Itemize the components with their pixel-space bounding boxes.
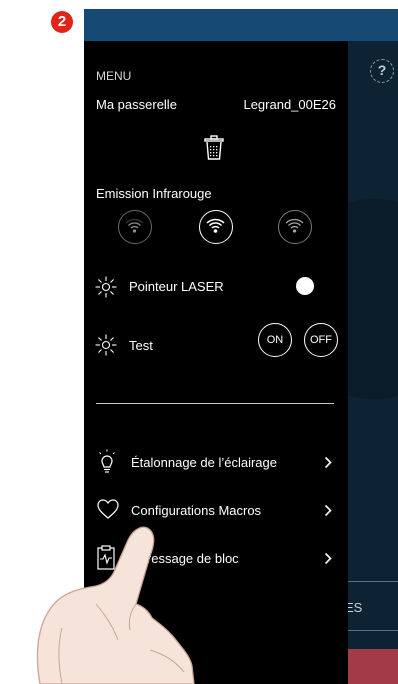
ir-level-medium-button[interactable] [199,210,233,244]
wifi-selected-icon [206,218,225,233]
test-on-button[interactable]: ON [258,323,292,357]
gateway-label: Ma passerelle [96,97,177,112]
chevron-right-icon [324,504,332,517]
app-top-bar [84,9,398,41]
ir-level-low-button[interactable] [118,210,152,244]
step-number-badge: 2 [51,11,73,33]
clipboard-pulse-icon [97,545,115,570]
wifi-low-icon [125,218,144,233]
menu-title: MENU [96,69,132,83]
menu-divider [96,403,334,404]
test-sun-icon [95,334,117,356]
help-icon[interactable]: ? [370,59,394,83]
test-label: Test [129,338,153,353]
menu-item-label: Configurations Macros [131,503,262,518]
laser-sun-icon [95,276,117,298]
phone-screen: ? ES MENU Ma passerelle Legrand_00E26 Em… [84,9,398,684]
ir-level-high-button[interactable] [278,210,312,244]
background-red-button[interactable] [346,649,398,684]
gateway-row: Ma passerelle Legrand_00E26 [96,97,336,112]
test-row: Test ON OFF [94,323,339,363]
laser-pointer-row: Pointeur LASER [94,275,334,299]
chevron-right-icon [324,552,332,565]
menu-item-lighting-calibration[interactable]: Étalonnage de l’éclairage [94,447,338,477]
wifi-high-icon [285,218,304,233]
menu-item-block-addressing[interactable]: Adressage de bloc [94,543,338,573]
trash-icon[interactable] [203,135,225,161]
menu-drawer: MENU Ma passerelle Legrand_00E26 Emissio… [84,41,348,684]
laser-pointer-label: Pointeur LASER [129,279,224,294]
laser-toggle[interactable] [296,277,314,295]
test-off-button[interactable]: OFF [304,323,338,357]
menu-item-label: Étalonnage de l’éclairage [131,455,277,470]
infrared-emission-label: Emission Infrarouge [96,186,212,201]
lightbulb-icon [99,449,115,473]
gateway-value: Legrand_00E26 [243,97,336,112]
chevron-right-icon [324,456,332,469]
menu-item-macro-configurations[interactable]: Configurations Macros [94,495,338,525]
menu-item-label: Adressage de bloc [131,551,239,566]
heart-icon [97,499,119,519]
